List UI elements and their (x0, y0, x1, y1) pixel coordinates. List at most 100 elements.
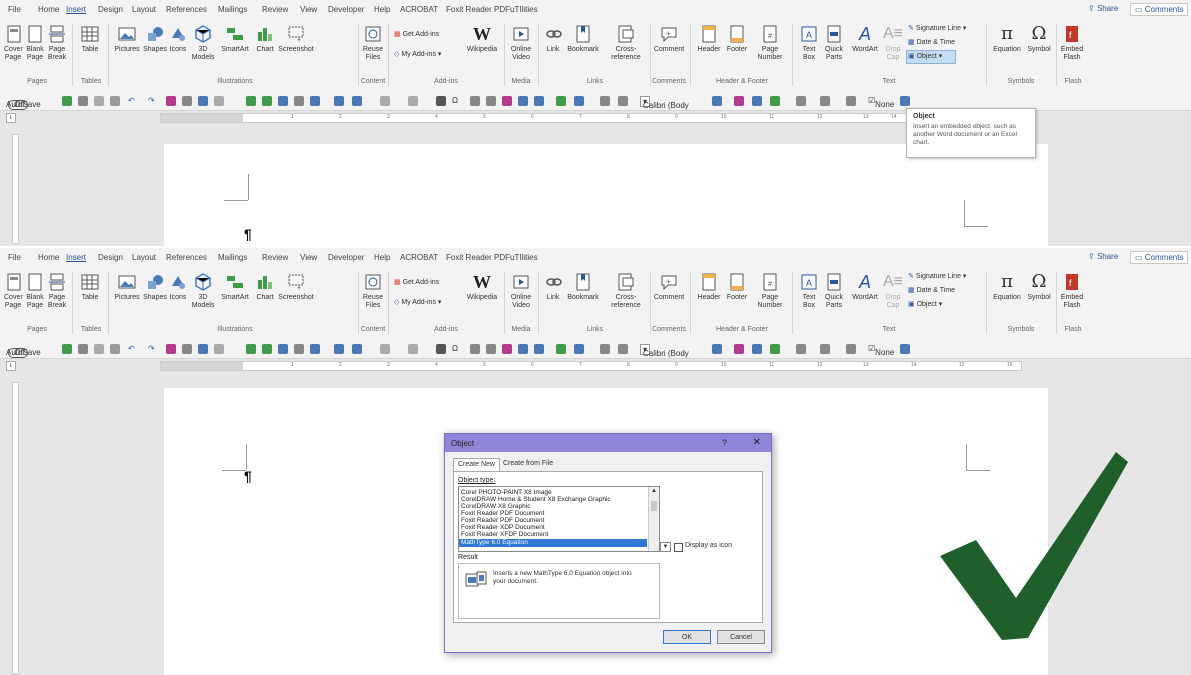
document-page[interactable]: ¶ (164, 144, 1048, 246)
page-number-button[interactable]: # Page Number (754, 272, 786, 310)
quick-parts-button[interactable]: Quick Parts (822, 24, 846, 62)
toolbar-icon[interactable] (574, 96, 584, 106)
screenshot-button[interactable]: + Screenshot (278, 272, 314, 302)
bookmark-button[interactable]: Bookmark (566, 24, 600, 54)
toolbar-icon[interactable] (334, 96, 344, 106)
save-icon[interactable] (166, 96, 176, 106)
tab-design[interactable]: Design (98, 253, 123, 262)
toolbar-icon[interactable] (486, 96, 496, 106)
toolbar-icon[interactable] (246, 344, 256, 354)
comment-button[interactable]: + Comment (652, 24, 686, 54)
wordart-button[interactable]: A WordArt (850, 24, 880, 54)
icons-button[interactable]: Icons (168, 272, 188, 302)
signature-line-button[interactable]: ✎ Signature Line ▾ (908, 24, 966, 32)
toolbar-icon[interactable] (198, 96, 208, 106)
cancel-button[interactable]: Cancel (717, 630, 765, 644)
3d-models-button[interactable]: 3D Models (190, 272, 216, 310)
footer-button[interactable]: Footer (724, 272, 750, 302)
help-button[interactable]: ? (722, 438, 727, 448)
toolbar-icon[interactable] (752, 344, 762, 354)
toolbar-icon[interactable] (294, 344, 304, 354)
chart-button[interactable]: Chart (254, 272, 276, 302)
toolbar-icon[interactable] (294, 96, 304, 106)
undo-icon[interactable]: ↶ (128, 96, 135, 105)
tab-file[interactable]: File (8, 5, 21, 14)
dialog-titlebar[interactable]: Object ? ✕ (445, 434, 771, 452)
toolbar-icon[interactable] (380, 344, 390, 354)
tab-design[interactable]: Design (98, 5, 123, 14)
tab-help[interactable]: Help (374, 253, 390, 262)
undo-icon[interactable]: ↶ (128, 344, 135, 353)
pictures-button[interactable]: Pictures (112, 24, 142, 54)
drop-cap-button[interactable]: A≡ Drop Cap (882, 272, 904, 310)
drop-cap-button[interactable]: A≡ Drop Cap (882, 24, 904, 62)
toolbar-icon[interactable] (262, 344, 272, 354)
cover-page-button[interactable]: Cover Page (4, 272, 23, 310)
none-style-checkbox[interactable]: ☑ None (868, 96, 894, 109)
toolbar-icon[interactable] (182, 96, 192, 106)
cross-reference-button[interactable]: Cross- reference (606, 272, 646, 310)
table-icon[interactable] (310, 344, 320, 354)
toolbar-icon[interactable] (534, 96, 544, 106)
page-number-button[interactable]: # Page Number (754, 24, 786, 62)
toolbar-icon[interactable] (408, 96, 418, 106)
toolbar-icon[interactable] (900, 96, 910, 106)
preview-icon[interactable] (78, 344, 88, 354)
tab-review[interactable]: Review (262, 253, 288, 262)
tab-layout[interactable]: Layout (132, 253, 156, 262)
cross-reference-button[interactable]: Cross- reference (606, 24, 646, 62)
link-button[interactable]: Link (544, 24, 562, 54)
bookmark-button[interactable]: Bookmark (566, 272, 600, 302)
toolbar-icon[interactable] (556, 344, 566, 354)
toolbar-icon[interactable] (352, 344, 362, 354)
toolbar-icon[interactable] (502, 344, 512, 354)
text-box-button[interactable]: A Text Box (798, 24, 820, 62)
tab-help[interactable]: Help (374, 5, 390, 14)
list-scrollbar[interactable]: ▲ (648, 487, 659, 551)
omega-icon[interactable]: Ω (452, 344, 458, 353)
tab-review[interactable]: Review (262, 5, 288, 14)
tab-create-new[interactable]: Create New (453, 458, 500, 471)
icons-button[interactable]: Icons (168, 24, 188, 54)
blank-page-button[interactable]: Blank Page (24, 24, 46, 62)
toolbar-icon[interactable] (262, 96, 272, 106)
tab-foxit[interactable]: Foxit Reader PDF (446, 253, 510, 262)
toolbar-icon[interactable] (198, 344, 208, 354)
toolbar-icon[interactable] (436, 344, 446, 354)
online-video-button[interactable]: Online Video (508, 272, 534, 310)
wikipedia-button[interactable]: W Wikipedia (466, 272, 498, 302)
toolbar-icon[interactable] (278, 96, 288, 106)
quick-parts-button[interactable]: Quick Parts (822, 272, 846, 310)
toolbar-icon[interactable] (900, 344, 910, 354)
share-button[interactable]: ⇪ Share (1088, 4, 1118, 13)
tab-acrobat[interactable]: ACROBAT (400, 5, 438, 14)
screenshot-button[interactable]: + Screenshot (278, 24, 314, 54)
toolbar-icon[interactable] (556, 96, 566, 106)
link-button[interactable]: Link (544, 272, 562, 302)
toolbar-icon[interactable] (770, 96, 780, 106)
print-icon[interactable] (62, 344, 72, 354)
toolbar-icon[interactable] (470, 344, 480, 354)
shapes-button[interactable]: Shapes (142, 24, 168, 54)
blank-page-button[interactable]: Blank Page (24, 272, 46, 310)
date-time-button[interactable]: ▦ Date & Time (908, 286, 955, 294)
none-style-checkbox[interactable]: ☑ None (868, 344, 894, 357)
page-break-button[interactable]: Page Break (46, 272, 68, 310)
toolbar-icon[interactable] (214, 96, 224, 106)
table-button[interactable]: Table (76, 24, 104, 54)
footer-button[interactable]: Footer (724, 24, 750, 54)
toolbar-icon[interactable] (278, 344, 288, 354)
ok-button[interactable]: OK (663, 630, 711, 644)
3d-models-button[interactable]: 3D Models (190, 24, 216, 62)
save-icon[interactable] (166, 344, 176, 354)
pictures-button[interactable]: Pictures (112, 272, 142, 302)
tab-references[interactable]: References (166, 5, 207, 14)
wikipedia-button[interactable]: W Wikipedia (466, 24, 498, 54)
list-item-selected[interactable]: MathType 6.0 Equation (459, 539, 647, 547)
my-addins-button[interactable]: ◇ My Add-ins ▾ (394, 298, 441, 306)
toolbar-icon[interactable] (436, 96, 446, 106)
preview-icon[interactable] (78, 96, 88, 106)
toolbar-icon[interactable] (518, 344, 528, 354)
signature-line-button[interactable]: ✎ Signature Line ▾ (908, 272, 966, 280)
toolbar-icon[interactable] (470, 96, 480, 106)
